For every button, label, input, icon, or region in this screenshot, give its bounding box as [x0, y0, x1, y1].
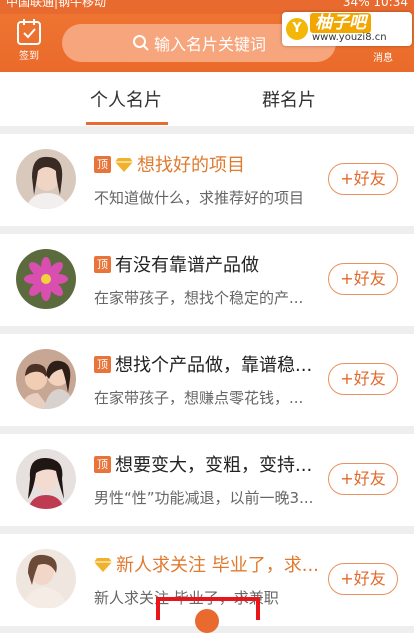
tab-personal-cards[interactable]: 个人名片	[90, 86, 162, 112]
highlight-box	[156, 597, 260, 620]
add-friend-button[interactable]: +好友	[328, 363, 398, 395]
signin-label: 签到	[19, 51, 39, 62]
card-title: 想找个产品做，靠谱稳...	[115, 355, 313, 376]
list-item[interactable]: 顶 想找好的项目 不知道做什么，求推荐好的项目 +好友	[0, 134, 414, 226]
avatar[interactable]	[16, 249, 76, 309]
pin-badge: 顶	[94, 255, 111, 273]
card-title: 想要变大，变粗，变持...	[115, 455, 313, 476]
pin-badge: 顶	[94, 155, 111, 173]
card-description: 不知道做什么，求推荐好的项目	[94, 189, 305, 207]
search-placeholder: 输入名片关键词	[153, 35, 266, 54]
avatar[interactable]	[16, 349, 76, 409]
watermark-badge: Y	[286, 18, 308, 40]
list-item[interactable]: 顶 想要变大，变粗，变持... 男性“性”功能减退，以前一晚3... +好友	[0, 434, 414, 526]
watermark-logo: Y 柚子吧 www.youzi8.cn	[282, 12, 412, 46]
tab-group-cards[interactable]: 群名片	[262, 86, 316, 112]
add-friend-button[interactable]: +好友	[328, 263, 398, 295]
avatar[interactable]	[16, 549, 76, 609]
card-title-row: 顶 有没有靠谱产品做	[94, 251, 259, 277]
card-title-row: 顶 想找好的项目	[94, 151, 245, 177]
signin-button[interactable]: 签到	[8, 18, 50, 68]
card-title: 新人求关注 毕业了，求...	[116, 555, 319, 576]
watermark-url: www.youzi8.cn	[312, 32, 387, 43]
diamond-icon	[94, 557, 112, 572]
pin-badge: 顶	[94, 455, 111, 473]
avatar[interactable]	[16, 449, 76, 509]
status-right-text: 34% 10:34	[342, 0, 408, 9]
add-friend-button[interactable]: +好友	[328, 163, 398, 195]
calendar-check-icon	[17, 19, 41, 45]
list-item[interactable]: 顶 想找个产品做，靠谱稳... 在家带孩子，想赚点零花钱，... +好友	[0, 334, 414, 426]
card-tabs: 个人名片 群名片	[0, 72, 414, 126]
add-friend-button[interactable]: +好友	[328, 463, 398, 495]
search-icon	[132, 35, 149, 51]
carrier-text: 中国联通|钢牛移动	[6, 0, 107, 9]
pin-badge: 顶	[94, 355, 111, 373]
add-friend-button[interactable]: +好友	[328, 563, 398, 595]
list-item[interactable]: 顶 有没有靠谱产品做 在家带孩子，想找个稳定的产... +好友	[0, 234, 414, 326]
avatar[interactable]	[16, 149, 76, 209]
card-title: 想找好的项目	[137, 155, 245, 176]
diamond-icon	[115, 157, 133, 172]
card-title-row: 新人求关注 毕业了，求...	[94, 551, 319, 577]
active-tab-indicator	[86, 122, 168, 125]
card-title-row: 顶 想找个产品做，靠谱稳...	[94, 351, 312, 377]
card-title: 有没有靠谱产品做	[115, 255, 259, 276]
card-title-row: 顶 想要变大，变粗，变持...	[94, 451, 312, 477]
card-description: 在家带孩子，想找个稳定的产...	[94, 289, 304, 307]
card-description: 男性“性”功能减退，以前一晚3...	[94, 489, 314, 507]
watermark-brand: 柚子吧	[310, 13, 371, 33]
card-description: 在家带孩子，想赚点零花钱，...	[94, 389, 304, 407]
messages-label: 消息	[373, 53, 393, 64]
